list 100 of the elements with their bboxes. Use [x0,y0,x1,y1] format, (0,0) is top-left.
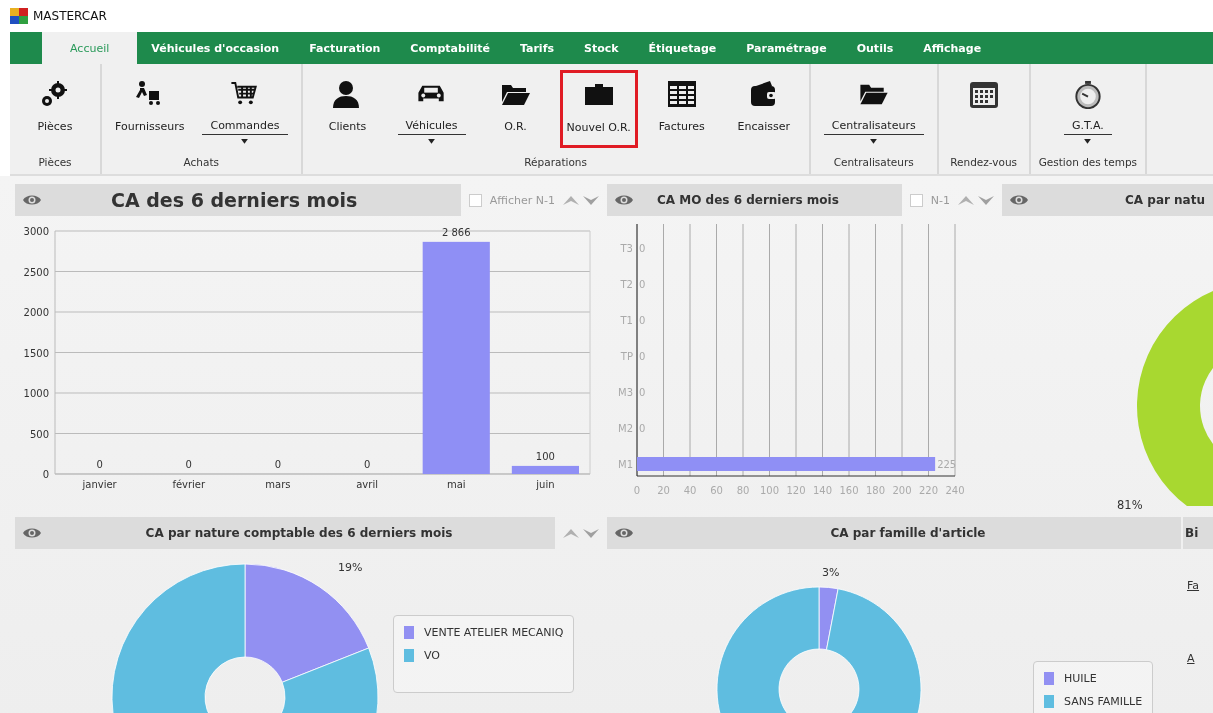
window-title: MASTERCAR [33,9,107,23]
link[interactable]: A [1187,652,1213,665]
value-label: 225 [937,459,957,470]
legend-label: SANS FAMILLE [1064,695,1143,708]
category-label: T2 [620,279,633,290]
percent-label: 81% [1117,498,1143,509]
menu-tab[interactable]: Facturation [301,32,389,64]
eye-icon[interactable] [615,527,633,539]
caret-icon [1084,139,1092,144]
menu-tab[interactable]: Outils [848,32,902,64]
legend-label: HUILE [1064,672,1097,685]
axis-tick-label: 500 [29,428,49,440]
value-label: 100 [535,450,555,462]
category-label: janvier [82,479,117,490]
chevron-down-icon[interactable] [978,195,994,205]
panel-title: CA MO des 6 derniers mois [656,193,840,207]
menu-tab[interactable]: Stock [575,32,627,64]
calendar-icon [967,80,1000,110]
ribbon-button[interactable]: Centralisateurs [817,70,930,148]
axis-tick-label: 80 [736,485,750,496]
axis-tick-label: 1500 [23,347,49,359]
group-label: Centralisateurs [832,155,915,170]
ribbon-button[interactable]: Pièces [17,70,93,148]
ribbon-button[interactable]: O.R. [477,70,554,148]
group-label: Réparations [523,155,588,170]
axis-tick-label: 20 [657,485,670,496]
legend-swatch [404,649,414,662]
legend-swatch [1044,672,1054,685]
ribbon-button[interactable]: G.T.A. [1049,70,1126,148]
menu-tab[interactable]: Tarifs [511,32,562,64]
ribbon-button[interactable]: Encaisser [725,70,802,148]
category-label: mai [446,479,466,490]
caret-icon [241,139,249,144]
panel-title: CA par natu [1124,193,1205,207]
ribbon-button[interactable]: Fournisseurs [109,70,191,148]
ribbon-button[interactable]: Commandes [196,70,294,148]
value-label: 2 866 [441,226,471,238]
value-label: 0 [639,279,646,290]
category-label: TP [620,351,633,362]
group-label: Gestion des temps [1037,155,1139,170]
legend-label: VO [424,649,440,662]
ribbon-button[interactable]: Factures [643,70,720,148]
legend-swatch [404,626,414,639]
menu-tab[interactable]: Affichage [915,32,990,64]
category-label: mars [265,479,291,490]
category-label: M2 [618,423,633,434]
value-label: 0 [639,423,646,434]
chevron-down-icon[interactable] [583,195,599,205]
axis-tick-label: 100 [759,485,780,496]
axis-tick-label: 160 [839,485,859,496]
caret-icon [428,139,435,144]
value-label: 0 [96,459,103,470]
axis-tick-label: 60 [710,485,723,496]
group-label: Pièces [37,155,73,170]
category-label: T3 [620,243,633,254]
axis-tick-label: 1000 [23,388,49,399]
ribbon-button[interactable]: Nouvel O.R. [559,70,638,148]
link[interactable]: Fa [1187,579,1213,592]
legend-swatch [1044,695,1054,708]
axis-tick-label: 180 [865,485,886,496]
axis-tick-label: 220 [918,485,939,496]
group-label: Achats [182,155,220,170]
panel-title: CA des 6 derniers mois [110,189,359,211]
bar [511,465,579,474]
axis-tick-label: 40 [683,485,697,496]
menu-tab[interactable]: Paramétrage [738,32,835,64]
value-label: 0 [185,459,192,470]
caret-icon [870,139,878,144]
axis-tick-label: 240 [945,485,965,496]
legend-label: VENTE ATELIER MECANIQ [424,626,564,639]
axis-tick-label: 3000 [23,226,49,237]
ribbon-button[interactable]: Véhicules [391,70,472,148]
value-label: 0 [639,315,646,326]
axis-tick-label: 2000 [23,307,49,318]
eye-icon[interactable] [23,194,41,206]
axis-tick-label: 120 [786,485,806,496]
eye-icon[interactable] [23,527,41,539]
value-label: 0 [363,459,371,470]
menu-tab[interactable]: Comptabilité [402,32,498,64]
menu-tab[interactable]: Étiquetage [640,32,725,64]
category-label: février [172,479,206,490]
axis-tick-label: 0 [633,485,641,496]
category-label: M3 [618,387,633,398]
axis-tick-label: 200 [892,485,912,496]
value-label: 0 [639,387,646,398]
panel-title: CA par nature comptable des 6 derniers mois [144,526,454,540]
percent-label: 3% [821,565,840,579]
group-label: Rendez-vous [949,155,1019,170]
eye-icon[interactable] [615,194,633,206]
menu-tab[interactable]: Véhicules d'occasion [143,32,288,64]
percent-label: 19% [337,561,363,575]
chevron-down-icon[interactable] [583,528,599,538]
eye-icon[interactable] [1010,194,1028,206]
category-label: T1 [620,315,633,326]
panel-title: Bi [1185,526,1200,540]
value-label: 0 [639,243,646,254]
ribbon-button[interactable]: Clients [309,70,386,148]
panel-title: CA par famille d'article [829,526,987,540]
axis-tick-label: 0 [42,469,49,480]
table-icon [665,80,698,110]
